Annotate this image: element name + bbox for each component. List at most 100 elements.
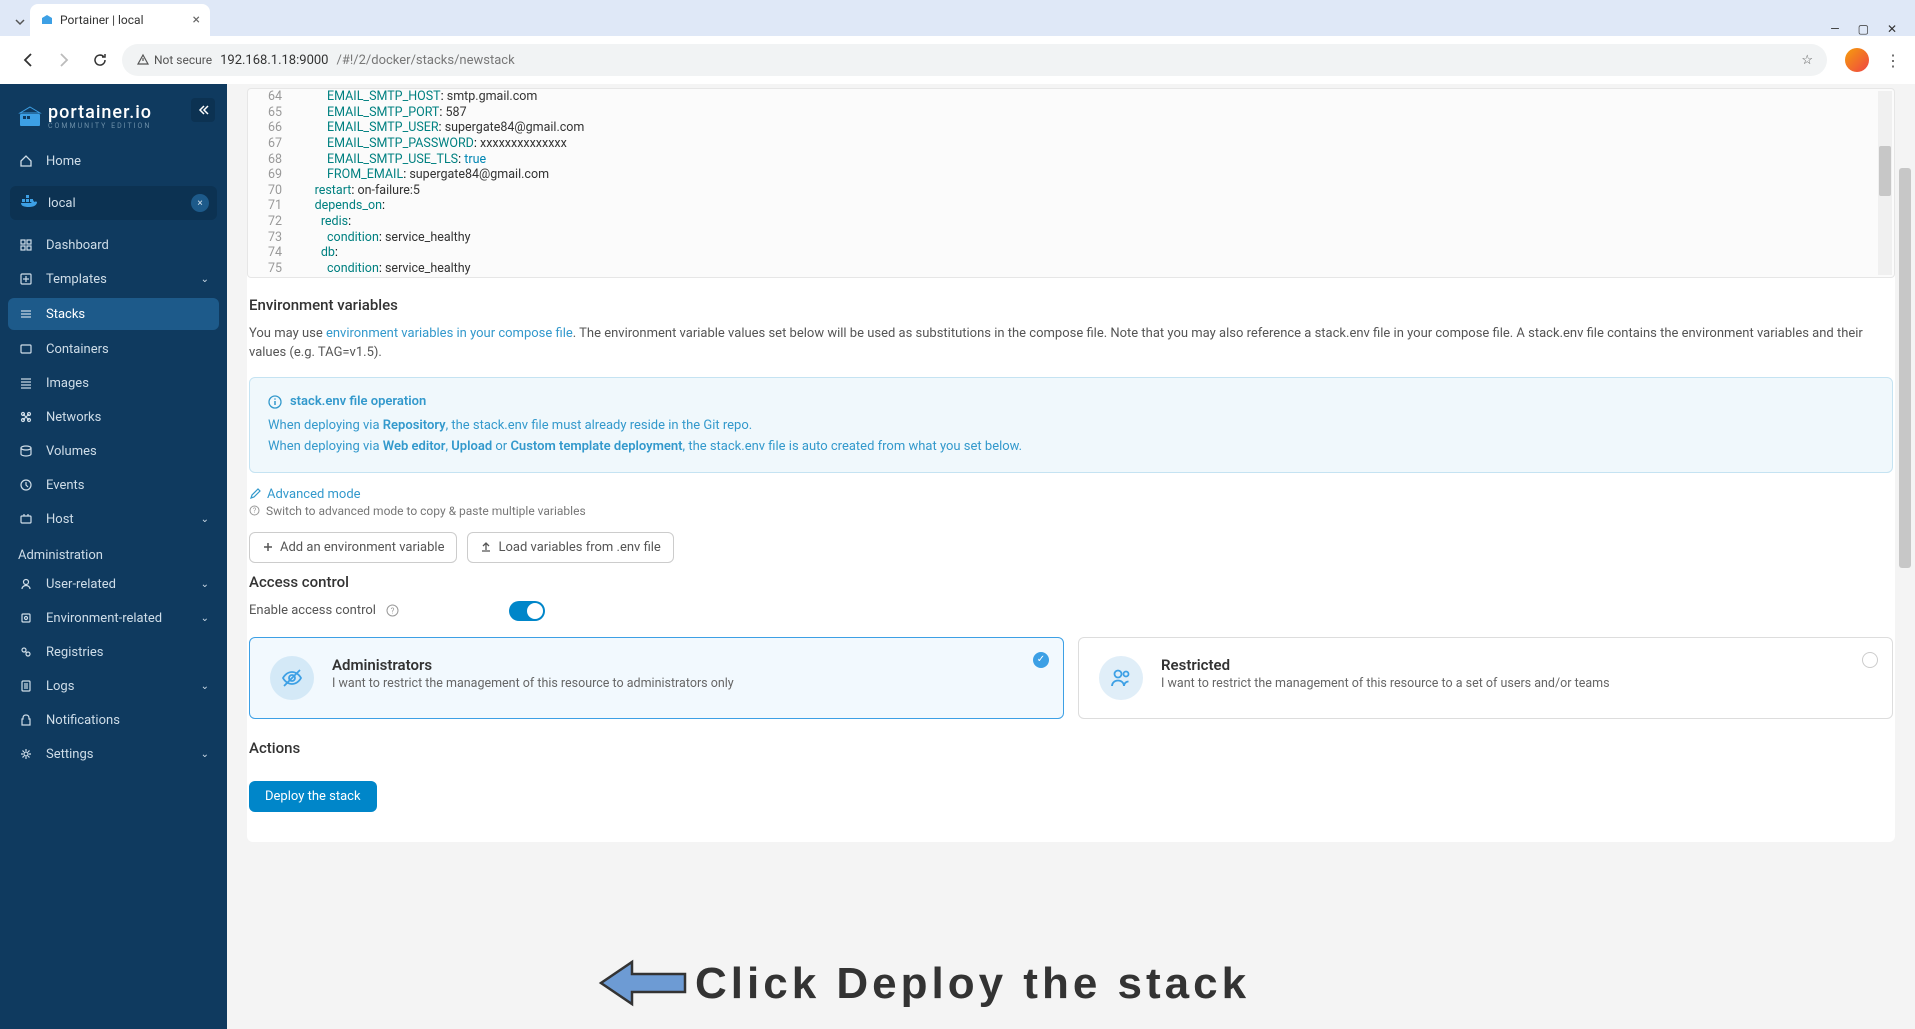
sidebar-item-label: Registries — [46, 645, 104, 660]
arrow-icon — [597, 956, 687, 1011]
sidebar-item-events[interactable]: Events — [0, 468, 227, 502]
code-line: 67 EMAIL_SMTP_PASSWORD: xxxxxxxxxxxxxx — [248, 136, 1894, 152]
chevron-down-icon: ⌄ — [201, 681, 209, 692]
more-menu-icon[interactable]: ⋮ — [1885, 51, 1901, 70]
sidebar-item-networks[interactable]: Networks — [0, 400, 227, 434]
advanced-mode-link[interactable]: Advanced mode — [249, 487, 1893, 502]
info-box-title: stack.env file operation — [268, 392, 1874, 413]
code-editor[interactable]: 64 EMAIL_SMTP_HOST: smtp.gmail.com65 EMA… — [247, 88, 1895, 278]
help-icon[interactable]: ? — [386, 604, 399, 617]
content-area: 64 EMAIL_SMTP_HOST: smtp.gmail.com65 EMA… — [227, 84, 1915, 1029]
env-vars-link[interactable]: environment variables in your compose fi… — [326, 326, 573, 341]
sidebar-item-stacks[interactable]: Stacks — [8, 298, 219, 330]
nav-icon — [18, 409, 34, 425]
sidebar-item-settings[interactable]: Settings⌄ — [0, 737, 227, 771]
check-icon: ✓ — [1033, 652, 1049, 668]
info-icon — [268, 395, 282, 409]
load-env-file-button[interactable]: Load variables from .env file — [467, 532, 673, 563]
sidebar-item-dashboard[interactable]: Dashboard — [0, 228, 227, 262]
line-content: restart: on-failure:5 — [296, 183, 1894, 199]
nav-icon — [18, 511, 34, 527]
code-line: 75 condition: service_healthy — [248, 261, 1894, 277]
access-toggle[interactable] — [509, 601, 545, 621]
sidebar-item-logs[interactable]: Logs ⌄ — [0, 669, 227, 703]
svg-text:?: ? — [391, 607, 395, 616]
annotation-text: Click Deploy the stack — [695, 959, 1250, 1009]
sidebar-item-label: Environment-related — [46, 611, 162, 626]
access-option-restricted[interactable]: Restricted I want to restrict the manage… — [1078, 637, 1893, 719]
add-env-var-button[interactable]: Add an environment variable — [249, 532, 457, 563]
toggle-label: Enable access control — [249, 603, 376, 618]
sidebar-item-images[interactable]: Images — [0, 366, 227, 400]
code-line: 70 restart: on-failure:5 — [248, 183, 1894, 199]
section-title: Actions — [249, 739, 1893, 757]
sidebar-item-volumes[interactable]: Volumes — [0, 434, 227, 468]
page-scrollbar[interactable] — [1899, 88, 1913, 568]
line-number: 72 — [248, 214, 296, 230]
sidebar-item-home[interactable]: Home — [0, 144, 227, 178]
tab-dropdown[interactable] — [10, 8, 30, 36]
home-icon — [18, 153, 34, 169]
line-number: 68 — [248, 152, 296, 168]
line-content: redis: — [296, 214, 1894, 230]
sidebar-item-label: Logs — [46, 679, 74, 694]
line-content: condition: service_healthy — [296, 261, 1894, 277]
environment-badge[interactable]: local × — [10, 186, 217, 220]
upload-icon — [480, 541, 492, 553]
line-number: 65 — [248, 105, 296, 121]
sidebar-item-environment-related[interactable]: Environment-related ⌄ — [0, 601, 227, 635]
help-icon: ? — [249, 505, 260, 516]
close-tab-icon[interactable]: × — [193, 12, 200, 28]
code-scrollbar[interactable] — [1878, 91, 1892, 275]
code-line: 72 redis: — [248, 214, 1894, 230]
profile-avatar[interactable] — [1845, 48, 1869, 72]
sidebar-item-label: User-related — [46, 577, 116, 592]
line-content: EMAIL_SMTP_USER: supergate84@gmail.com — [296, 120, 1894, 136]
code-line: 65 EMAIL_SMTP_PORT: 587 — [248, 105, 1894, 121]
sidebar-item-user-related[interactable]: User-related⌄ — [0, 567, 227, 601]
minimize-icon[interactable]: — — [1830, 22, 1839, 36]
maximize-icon[interactable]: ▢ — [1858, 22, 1869, 36]
sidebar-item-templates[interactable]: Templates⌄ — [0, 262, 227, 296]
close-environment-icon[interactable]: × — [191, 194, 209, 212]
sidebar-item-containers[interactable]: Containers — [0, 332, 227, 366]
deploy-stack-button[interactable]: Deploy the stack — [249, 781, 377, 812]
close-window-icon[interactable]: ✕ — [1887, 22, 1897, 36]
actions-section: Actions Deploy the stack — [247, 729, 1895, 812]
line-number: 64 — [248, 89, 296, 105]
sidebar-item-label: Home — [46, 154, 81, 169]
nav-icon — [18, 341, 34, 357]
sidebar-item-notifications[interactable]: Notifications — [0, 703, 227, 737]
radio-unchecked-icon — [1862, 652, 1878, 668]
tab-title: Portainer | local — [60, 13, 144, 27]
bookmark-icon[interactable]: ☆ — [1801, 53, 1813, 68]
nav-icon — [18, 746, 34, 762]
sidebar-item-label: Images — [46, 376, 89, 391]
nav-icon — [18, 610, 34, 626]
collapse-sidebar-button[interactable] — [191, 98, 215, 122]
portainer-logo-icon — [16, 104, 40, 128]
browser-tab[interactable]: Portainer | local × — [30, 4, 210, 36]
code-line: 71 depends_on: — [248, 198, 1894, 214]
enable-access-row: Enable access control ? — [249, 601, 1893, 621]
chevron-down-icon: ⌄ — [201, 613, 209, 624]
eye-slash-icon — [270, 656, 314, 700]
line-content: db: — [296, 245, 1894, 261]
chevron-down-icon: ⌄ — [201, 514, 209, 525]
forward-button[interactable] — [50, 46, 78, 74]
sidebar-item-registries[interactable]: Registries — [0, 635, 227, 669]
reload-button[interactable] — [86, 46, 114, 74]
annotation-overlay: Click Deploy the stack — [597, 956, 1250, 1011]
sidebar-item-label: Host — [46, 512, 74, 527]
sidebar-item-label: Settings — [46, 747, 93, 762]
url-bar[interactable]: Not secure 192.168.1.18:9000/#!/2/docker… — [122, 44, 1827, 76]
line-content: EMAIL_SMTP_PASSWORD: xxxxxxxxxxxxxx — [296, 136, 1894, 152]
sidebar-item-host[interactable]: Host ⌄ — [0, 502, 227, 536]
window-controls: — ▢ ✕ — [1812, 22, 1915, 36]
back-button[interactable] — [14, 46, 42, 74]
access-option-desc: I want to restrict the management of thi… — [332, 676, 734, 691]
code-line: 69 FROM_EMAIL: supergate84@gmail.com — [248, 167, 1894, 183]
access-option-administrators[interactable]: Administrators I want to restrict the ma… — [249, 637, 1064, 719]
plus-icon — [262, 541, 274, 553]
browser-chrome: Portainer | local × — ▢ ✕ Not secure 192… — [0, 0, 1915, 84]
